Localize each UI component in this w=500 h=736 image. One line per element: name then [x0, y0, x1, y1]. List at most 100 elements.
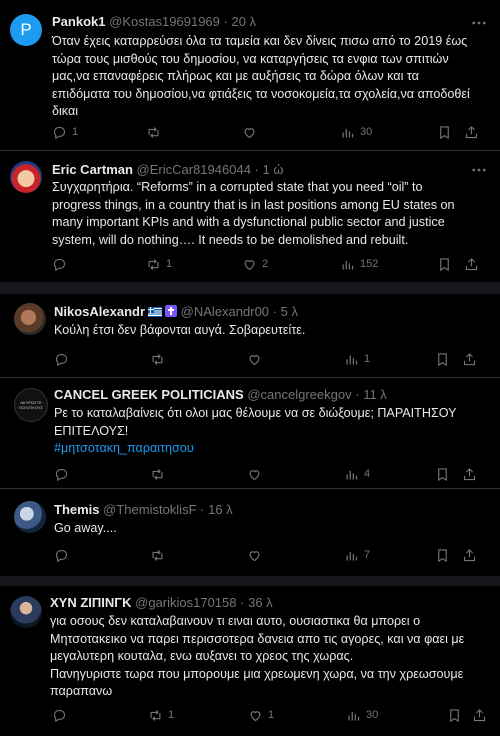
- tweet[interactable]: Eric Cartman @EricCar81946044 · 1 ώ Συγχ…: [0, 151, 500, 281]
- like-button[interactable]: [247, 350, 267, 368]
- tweet[interactable]: P Pankok1 @Kostas19691969 · 20 λ Όταν έχ…: [0, 0, 500, 150]
- tweet-text-line: για οσους δεν καταλαβαινουν τι ειναι αυτ…: [50, 614, 421, 628]
- timestamp[interactable]: 16 λ: [208, 502, 233, 517]
- share-icon: [463, 467, 476, 480]
- reply-button[interactable]: [52, 255, 72, 273]
- bookmark-button[interactable]: [437, 123, 452, 141]
- author-handle[interactable]: @ThemistoklisF: [103, 502, 196, 517]
- like-button[interactable]: 1: [248, 706, 274, 724]
- author-name[interactable]: NikosAlexandr: [54, 304, 145, 319]
- like-icon: [244, 259, 255, 270]
- views-icon: [342, 260, 354, 269]
- bookmark-button[interactable]: [435, 546, 450, 564]
- author-name[interactable]: ΧΥΝ ΖΙΠΙΝΓΚ: [50, 595, 132, 610]
- bookmark-button[interactable]: [447, 706, 462, 724]
- reply-button[interactable]: [54, 465, 74, 483]
- share-button[interactable]: [462, 465, 477, 483]
- avatar[interactable]: ΑΚΥΡΩΣΤΕ ΠΟΛΙΤΙΚΟΥΣ: [14, 388, 48, 422]
- retweet-button[interactable]: [150, 465, 170, 483]
- tweet-text-line: Κούλη έτσι δεν βάφονται αυγά. Σοβαρευτεί…: [54, 323, 306, 337]
- author-handle[interactable]: @cancelgreekgov: [247, 387, 351, 402]
- like-button[interactable]: 2: [242, 255, 268, 273]
- like-button[interactable]: [247, 546, 267, 564]
- share-button[interactable]: [462, 350, 477, 368]
- timestamp[interactable]: 1 ώ: [263, 162, 284, 177]
- author-handle[interactable]: @NAlexandr00: [181, 304, 269, 319]
- views-button[interactable]: 152: [340, 255, 378, 273]
- share-button[interactable]: [462, 546, 477, 564]
- hashtag-link[interactable]: #μητσοτακη_παραιτησου: [54, 440, 457, 458]
- views-button[interactable]: 30: [346, 706, 378, 724]
- retweet-icon: [152, 549, 163, 561]
- tweet[interactable]: NikosAlexandr @NAlexandr00 · 5 λ Κούλη έ…: [0, 295, 500, 377]
- retweet-icon: [148, 258, 159, 270]
- retweet-button[interactable]: 1: [146, 255, 172, 273]
- more-icon[interactable]: [470, 161, 488, 179]
- author-name[interactable]: Pankok1: [52, 14, 105, 29]
- bookmark-icon: [440, 257, 449, 271]
- tweet-text: Όταν έχεις καταρρεύσει όλα τα ταμεία και…: [52, 33, 470, 121]
- views-icon: [348, 711, 360, 720]
- author-name[interactable]: Themis: [54, 502, 100, 517]
- timestamp[interactable]: 20 λ: [231, 14, 256, 29]
- bookmark-button[interactable]: [435, 465, 450, 483]
- author-handle[interactable]: @garikios170158: [135, 595, 236, 610]
- share-icon: [473, 708, 486, 721]
- bookmark-button[interactable]: [437, 255, 452, 273]
- views-icon: [346, 470, 358, 479]
- share-button[interactable]: [464, 255, 479, 273]
- reply-icon: [53, 126, 66, 139]
- tweet[interactable]: ΧΥΝ ΖΙΠΙΝΓΚ @garikios170158 · 36 λ για ο…: [0, 586, 500, 736]
- timestamp[interactable]: 5 λ: [281, 304, 298, 319]
- action-bar: 7: [54, 546, 494, 564]
- action-bar: 4: [54, 465, 494, 483]
- share-button[interactable]: [472, 706, 487, 724]
- author-handle[interactable]: @Kostas19691969: [109, 14, 220, 29]
- retweet-button[interactable]: 1: [148, 706, 174, 724]
- timestamp[interactable]: 11 λ: [363, 387, 387, 402]
- retweet-button[interactable]: [146, 123, 166, 141]
- avatar[interactable]: [10, 161, 42, 193]
- like-button[interactable]: [242, 123, 262, 141]
- views-button[interactable]: 1: [344, 350, 370, 368]
- more-icon[interactable]: [470, 14, 488, 32]
- author-name[interactable]: Eric Cartman: [52, 162, 133, 177]
- views-button[interactable]: 7: [344, 546, 370, 564]
- bookmark-icon: [440, 125, 449, 139]
- author-handle[interactable]: @EricCar81946044: [137, 162, 251, 177]
- tweet-text-line: many important KPIs and with a dysfuncti…: [52, 215, 445, 229]
- retweet-icon: [150, 709, 161, 721]
- dot-separator: ·: [355, 387, 360, 402]
- timestamp[interactable]: 36 λ: [248, 595, 273, 610]
- like-button[interactable]: [247, 465, 267, 483]
- views-button[interactable]: 4: [344, 465, 370, 483]
- avatar[interactable]: [10, 596, 42, 628]
- tweet-text-line: δικαι: [52, 104, 79, 118]
- avatar-text: ΑΚΥΡΩΣΤΕ ΠΟΛΙΤΙΚΟΥΣ: [19, 400, 43, 410]
- tweet-text-line: ΕΠΙΤΕΛΟΥΣ!: [54, 423, 129, 438]
- retweet-button[interactable]: [150, 350, 170, 368]
- tweet[interactable]: Themis @ThemistoklisF · 16 λ Go away....…: [0, 489, 500, 575]
- reply-button[interactable]: [52, 706, 72, 724]
- avatar[interactable]: [14, 303, 46, 335]
- like-icon: [249, 354, 260, 365]
- bookmark-icon: [438, 548, 447, 562]
- views-button[interactable]: 30: [340, 123, 372, 141]
- dot-separator: ·: [200, 502, 205, 517]
- tweet[interactable]: ΑΚΥΡΩΣΤΕ ΠΟΛΙΤΙΚΟΥΣ CANCEL GREEK POLITIC…: [0, 378, 500, 488]
- reply-button[interactable]: [54, 350, 74, 368]
- tweet-text-line: τώρα τους μισθούς του δημοσίου, να καταρ…: [52, 51, 449, 66]
- avatar[interactable]: P: [10, 14, 42, 46]
- reply-button[interactable]: 1: [52, 123, 78, 141]
- author-name[interactable]: CANCEL GREEK POLITICIANS: [54, 387, 244, 402]
- tweet-text: Go away....: [54, 520, 117, 538]
- reply-button[interactable]: [54, 546, 74, 564]
- retweet-button[interactable]: [150, 546, 170, 564]
- bookmark-button[interactable]: [435, 350, 450, 368]
- avatar-letter: P: [20, 20, 32, 39]
- views-count: 1: [364, 353, 371, 365]
- share-icon: [463, 548, 476, 561]
- tweet-text-line: μας,να επαναφέρεις πλήρως και με αυξήσει…: [52, 69, 419, 83]
- share-button[interactable]: [464, 123, 479, 141]
- avatar[interactable]: [14, 501, 46, 533]
